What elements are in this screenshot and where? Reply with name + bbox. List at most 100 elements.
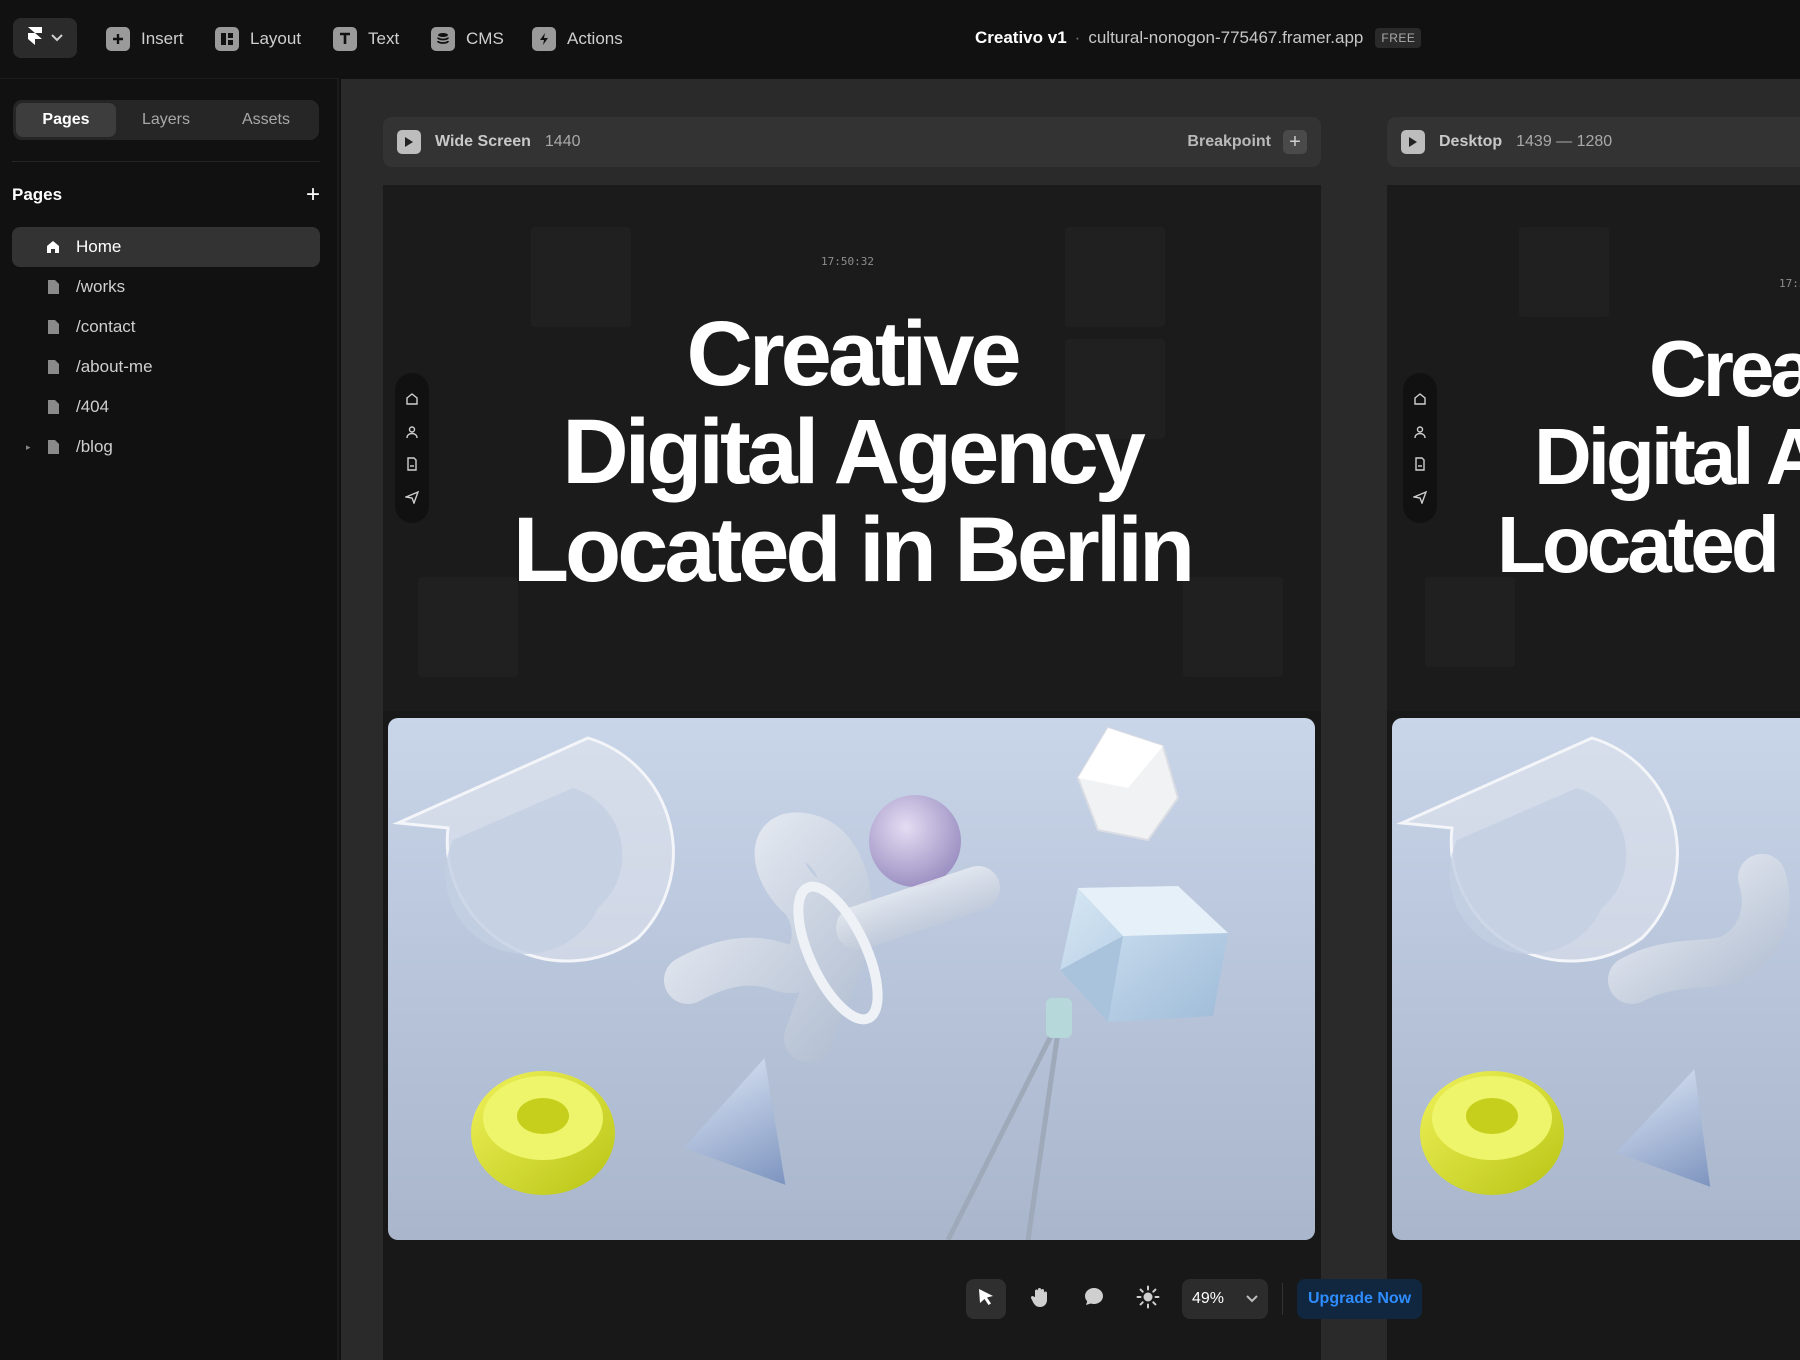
plus-square-icon bbox=[106, 27, 130, 51]
hand-tool-button[interactable] bbox=[1020, 1279, 1060, 1319]
hand-icon bbox=[1029, 1286, 1051, 1313]
tab-assets[interactable]: Assets bbox=[216, 103, 316, 137]
cms-button[interactable]: CMS bbox=[431, 24, 504, 54]
site-url: cultural-nonogon-775467.framer.app bbox=[1088, 28, 1364, 47]
left-panel: Pages Layers Assets Pages + Home /works … bbox=[0, 78, 339, 1360]
hero-headline-line-1: Crea bbox=[1649, 324, 1800, 413]
page-item-contact[interactable]: /contact bbox=[12, 307, 320, 347]
page-item-label: /contact bbox=[76, 317, 136, 336]
framer-logo-icon bbox=[27, 26, 43, 51]
user-icon[interactable] bbox=[405, 425, 419, 439]
text-button[interactable]: Text bbox=[333, 24, 399, 54]
panel-tabs: Pages Layers Assets bbox=[13, 100, 319, 140]
project-name: Creativo v1 bbox=[975, 28, 1067, 47]
page-item-works[interactable]: /works bbox=[12, 267, 320, 307]
side-navigation bbox=[395, 373, 429, 523]
side-navigation bbox=[1403, 373, 1437, 523]
layout-icon bbox=[215, 27, 239, 51]
frame-wide-screen[interactable]: 17:50:32 Creative Digital Agency Located… bbox=[383, 185, 1321, 1360]
document-icon[interactable] bbox=[405, 457, 419, 472]
zoom-value: 49% bbox=[1192, 1290, 1225, 1307]
hero-headline-line-1: Creative bbox=[686, 303, 1021, 405]
insert-label: Insert bbox=[141, 29, 184, 48]
upgrade-now-button[interactable]: Upgrade Now bbox=[1297, 1279, 1423, 1319]
tab-layers[interactable]: Layers bbox=[116, 103, 216, 137]
top-toolbar: Insert Layout Text CMS Actions Creativo … bbox=[0, 0, 1800, 78]
frame-desktop[interactable]: 17:5 Crea Digital A Located bbox=[1387, 185, 1800, 1360]
frame-size: 1440 bbox=[544, 133, 581, 150]
hero-headline-line-2: Digital A bbox=[1534, 412, 1800, 501]
frame-name: Wide Screen bbox=[435, 133, 531, 150]
canvas[interactable]: Wide Screen 1440 Breakpoint + 17:50:32 C… bbox=[341, 79, 1800, 1360]
page-item-label: /404 bbox=[76, 397, 110, 416]
frame-name: Desktop bbox=[1439, 133, 1503, 150]
cms-label: CMS bbox=[466, 29, 504, 48]
database-icon bbox=[431, 27, 455, 51]
hero-headline-line-3: Located in Berlin bbox=[512, 499, 1195, 601]
add-page-button[interactable]: + bbox=[306, 183, 320, 207]
text-icon bbox=[333, 27, 357, 51]
page-item-label: /works bbox=[76, 277, 126, 296]
panel-divider bbox=[12, 161, 320, 162]
hero-headline-line-2: Digital Agency bbox=[562, 401, 1146, 503]
frame-header-desktop[interactable]: Desktop 1439 — 1280 bbox=[1387, 117, 1800, 167]
page-item-blog[interactable]: ▸ /blog bbox=[12, 427, 320, 467]
breakpoint-control: Breakpoint + bbox=[1187, 130, 1307, 154]
pages-section-header: Pages + bbox=[12, 183, 320, 207]
page-item-home[interactable]: Home bbox=[12, 227, 320, 267]
hero-image-3d-shapes bbox=[388, 718, 1315, 1240]
select-arrow-icon bbox=[976, 1287, 996, 1312]
expand-caret-icon[interactable]: ▸ bbox=[26, 442, 31, 453]
document-icon[interactable] bbox=[1413, 457, 1427, 472]
tab-pages[interactable]: Pages bbox=[16, 103, 116, 137]
page-icon bbox=[46, 399, 60, 415]
background-tile bbox=[1425, 577, 1515, 667]
preview-play-icon[interactable] bbox=[1401, 130, 1425, 154]
hero-image-3d-shapes bbox=[1392, 718, 1800, 1240]
page-icon bbox=[46, 319, 60, 335]
actions-button[interactable]: Actions bbox=[532, 24, 623, 54]
home-icon[interactable] bbox=[405, 392, 419, 406]
page-item-label: /about-me bbox=[76, 357, 153, 376]
user-icon[interactable] bbox=[1413, 425, 1427, 439]
layout-label: Layout bbox=[250, 29, 302, 48]
hero-clock: 17:50:32 bbox=[821, 255, 874, 268]
page-item-about-me[interactable]: /about-me bbox=[12, 347, 320, 387]
hero-section: 17:50:32 Creative Digital Agency Located… bbox=[383, 185, 1321, 711]
comment-tool-button[interactable] bbox=[1074, 1279, 1114, 1319]
page-item-label: /blog bbox=[76, 437, 113, 456]
breakpoint-label: Breakpoint bbox=[1187, 133, 1271, 150]
preview-play-icon[interactable] bbox=[397, 130, 421, 154]
send-icon[interactable] bbox=[405, 490, 419, 505]
hero-section: 17:5 Crea Digital A Located bbox=[1387, 185, 1800, 711]
page-item-404[interactable]: /404 bbox=[12, 387, 320, 427]
select-tool-button[interactable] bbox=[966, 1279, 1006, 1319]
pages-section-title: Pages bbox=[12, 185, 63, 204]
comment-icon bbox=[1083, 1286, 1105, 1313]
insert-button[interactable]: Insert bbox=[106, 24, 184, 54]
background-tile bbox=[1519, 227, 1609, 317]
chevron-down-icon bbox=[1246, 1290, 1258, 1308]
toolbar-divider bbox=[1282, 1283, 1283, 1315]
page-list: Home /works /contact /about-me /404 ▸ /b… bbox=[12, 227, 320, 467]
sun-icon bbox=[1136, 1285, 1160, 1314]
frame-header-wide-screen[interactable]: Wide Screen 1440 Breakpoint + bbox=[383, 117, 1321, 167]
home-icon[interactable] bbox=[1413, 392, 1427, 406]
theme-toggle-button[interactable] bbox=[1128, 1279, 1168, 1319]
hero-scene-svg bbox=[1396, 736, 1790, 1195]
send-icon[interactable] bbox=[1413, 490, 1427, 505]
text-label: Text bbox=[368, 29, 400, 48]
framer-menu-button[interactable] bbox=[13, 18, 77, 58]
page-item-label: Home bbox=[76, 237, 122, 256]
add-breakpoint-button[interactable]: + bbox=[1283, 130, 1307, 154]
hero-scene-svg bbox=[392, 726, 1228, 1240]
hero-clock: 17:5 bbox=[1779, 277, 1800, 290]
chevron-down-icon bbox=[51, 29, 63, 47]
bottom-toolbar: 49% Upgrade Now bbox=[966, 1276, 1423, 1322]
zoom-select[interactable]: 49% bbox=[1182, 1279, 1268, 1319]
layout-button[interactable]: Layout bbox=[215, 24, 301, 54]
plan-badge: FREE bbox=[1375, 28, 1422, 48]
project-title[interactable]: Creativo v1 · cultural-nonogon-775467.fr… bbox=[975, 28, 1422, 48]
actions-label: Actions bbox=[567, 29, 623, 48]
page-icon bbox=[46, 439, 60, 455]
